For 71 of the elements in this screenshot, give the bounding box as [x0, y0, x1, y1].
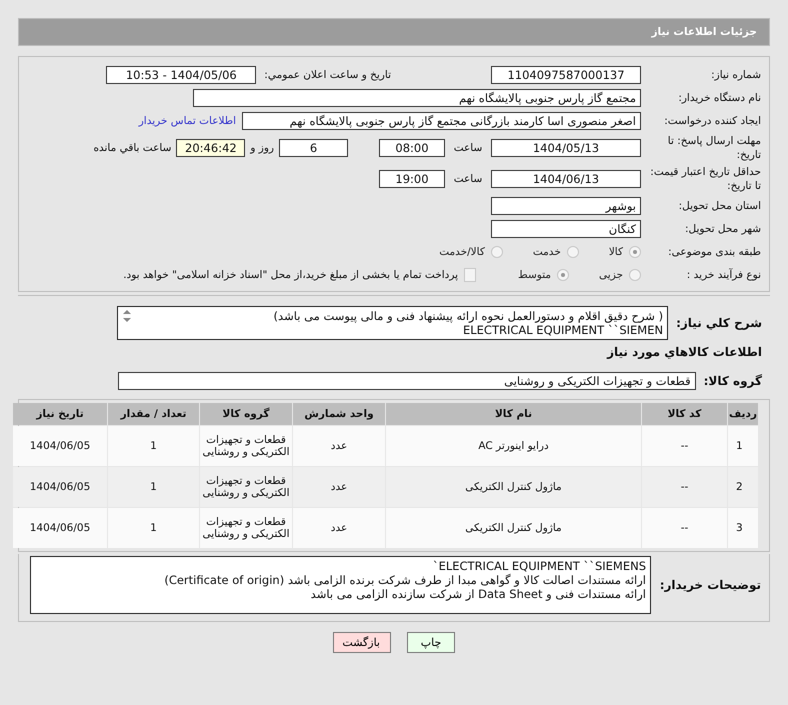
province-field: بوشهر — [491, 197, 641, 215]
field-label: شهر محل تحویل: — [684, 222, 762, 236]
column-header: گروه کالا — [200, 403, 292, 425]
column-header: ردیف — [728, 403, 758, 425]
table-cell: عدد — [293, 426, 385, 466]
section-title: اطلاعات كالاهاي مورد نياز — [606, 344, 763, 359]
need-number-field: 1104097587000137 — [491, 66, 641, 84]
purchase-type-radio[interactable]: متوسط — [518, 269, 570, 281]
table-cell: 1 — [728, 426, 758, 466]
payment-checkbox[interactable] — [464, 268, 476, 282]
table-cell: عدد — [293, 467, 385, 507]
table-cell: 2 — [728, 467, 758, 507]
field-label: نام دستگاه خریدار: — [677, 90, 762, 106]
column-header: تعداد / مقدار — [108, 403, 199, 425]
validity-date-field: 1404/06/13 — [491, 170, 641, 188]
announce-date-field: 1404/05/06 - 10:53 — [106, 66, 256, 84]
table-cell: 1404/06/05 — [13, 508, 107, 548]
table-cell: -- — [642, 426, 727, 466]
purchase-type-radio[interactable]: جزیی — [599, 269, 641, 281]
table-cell: درایو اینورتر AC — [386, 426, 641, 466]
requester-field: اصغر منصوری اسا کارمند بازرگانی مجتمع گاز پارس جنوبی پالایشگاه نهم — [242, 112, 641, 130]
field-label: حداقل تاریخ اعتبار قیمت: تا تاریخ: — [649, 164, 762, 194]
field-label: استان محل تحویل: — [678, 198, 762, 214]
table-cell: ماژول کنترل الکتریکی — [386, 508, 641, 548]
field-label: شماره نیاز: — [710, 68, 762, 82]
table-cell: 1404/06/05 — [13, 426, 107, 466]
table-cell: قطعات و تجهیزات الکتریکی و روشنایی — [200, 426, 292, 466]
table-cell: قطعات و تجهیزات الکتریکی و روشنایی — [200, 467, 292, 507]
action-button[interactable]: چاپ — [407, 632, 455, 653]
column-header: تاریخ نیاز — [13, 403, 107, 425]
page-title: جزئیات اطلاعات نیاز — [652, 26, 757, 38]
column-header: کد کالا — [642, 403, 727, 425]
field-label: ایجاد کننده درخواست: — [663, 114, 762, 128]
field-label: گروه کالا: — [702, 372, 763, 390]
field-label: شرح کلي نیاز: — [675, 314, 763, 332]
table-cell: 1 — [108, 426, 199, 466]
table-cell: قطعات و تجهیزات الکتریکی و روشنایی — [200, 508, 292, 548]
field-label: توضیحات خریدار: — [658, 576, 762, 594]
field-label: مهلت ارسال پاسخ: تا تاریخ: — [666, 134, 762, 162]
time-label: ساعت — [452, 173, 484, 185]
scroll-arrows-icon[interactable] — [122, 309, 132, 323]
deadline-time-field: 08:00 — [379, 139, 445, 157]
column-header: نام کالا — [386, 403, 641, 425]
table-cell: ماژول کنترل الکتریکی — [386, 467, 641, 507]
remaining-label: ساعت باقي مانده — [93, 142, 172, 154]
days-label: روز و — [250, 142, 274, 154]
payment-note: پرداخت تمام یا بخشی از مبلغ خرید،از محل "اسناد خزانه اسلامی" خواهد بود. — [123, 269, 458, 281]
category-radio[interactable]: كالا — [608, 246, 641, 258]
table-cell: -- — [642, 508, 727, 548]
category-radio[interactable]: خدمت — [532, 246, 579, 258]
column-header: واحد شمارش — [293, 403, 385, 425]
goods-group-field: قطعات و تجهیزات الکتریکی و روشنایی — [118, 372, 696, 390]
field-label: طبقه بندی موضوعی: — [667, 244, 762, 260]
table-cell: 3 — [728, 508, 758, 548]
table-cell: 1 — [108, 467, 199, 507]
category-radio[interactable]: کالا/خدمت — [439, 246, 503, 258]
field-label: نوع فرآیند خرید : — [686, 268, 762, 282]
table-cell: 1 — [108, 508, 199, 548]
time-label: ساعت — [452, 142, 484, 154]
table-cell: -- — [642, 467, 727, 507]
deadline-date-field: 1404/05/13 — [491, 139, 641, 157]
action-button[interactable]: بازگشت — [333, 632, 391, 653]
validity-time-field: 19:00 — [379, 170, 445, 188]
remaining-time-field: 20:46:42 — [176, 139, 246, 157]
table-cell: 1404/06/05 — [13, 467, 107, 507]
buyer-org-field: مجتمع گاز پارس جنوبی پالایشگاه نهم — [193, 89, 641, 107]
city-field: کنگان — [491, 220, 641, 238]
table-cell: عدد — [293, 508, 385, 548]
days-field: 6 — [279, 139, 348, 157]
buyer-contact-link[interactable]: اطلاعات تماس خریدار — [138, 115, 236, 127]
field-label: تاریخ و ساعت اعلان عمومي: — [264, 69, 391, 81]
